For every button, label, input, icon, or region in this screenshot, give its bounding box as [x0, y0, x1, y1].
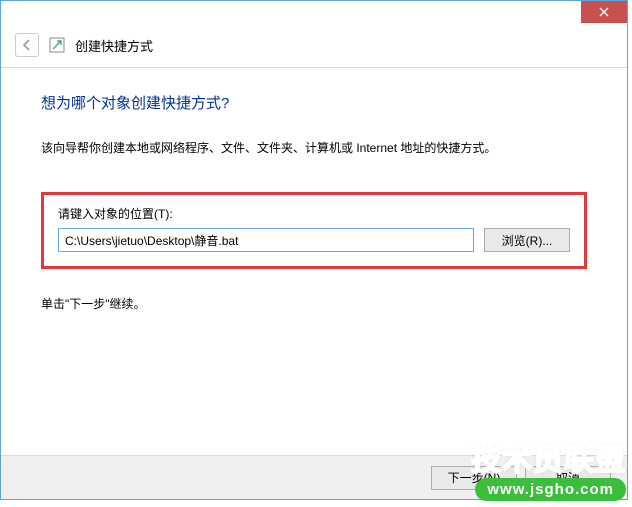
continue-hint: 单击"下一步"继续。 [41, 295, 587, 312]
back-arrow-icon [20, 38, 34, 52]
titlebar [1, 1, 627, 29]
wizard-window: 创建快捷方式 想为哪个对象创建快捷方式? 该向导帮你创建本地或网络程序、文件、文… [0, 0, 628, 500]
footer: 下一步(N) 取消 [1, 455, 627, 499]
wizard-description: 该向导帮你创建本地或网络程序、文件、文件夹、计算机或 Internet 地址的快… [41, 139, 587, 156]
next-button[interactable]: 下一步(N) [431, 466, 517, 490]
location-input[interactable] [58, 228, 474, 252]
location-label: 请键入对象的位置(T): [58, 205, 570, 222]
content-area: 想为哪个对象创建快捷方式? 该向导帮你创建本地或网络程序、文件、文件夹、计算机或… [1, 68, 627, 312]
back-button[interactable] [15, 33, 39, 57]
location-row: 浏览(R)... [58, 228, 570, 252]
close-button[interactable] [581, 1, 627, 23]
header: 创建快捷方式 [1, 29, 627, 68]
cancel-button[interactable]: 取消 [525, 466, 611, 490]
close-icon [599, 7, 609, 17]
wizard-heading: 想为哪个对象创建快捷方式? [41, 92, 587, 113]
shortcut-icon [49, 37, 65, 53]
location-section: 请键入对象的位置(T): 浏览(R)... [41, 192, 587, 269]
browse-button[interactable]: 浏览(R)... [484, 228, 570, 252]
window-title: 创建快捷方式 [75, 36, 153, 55]
